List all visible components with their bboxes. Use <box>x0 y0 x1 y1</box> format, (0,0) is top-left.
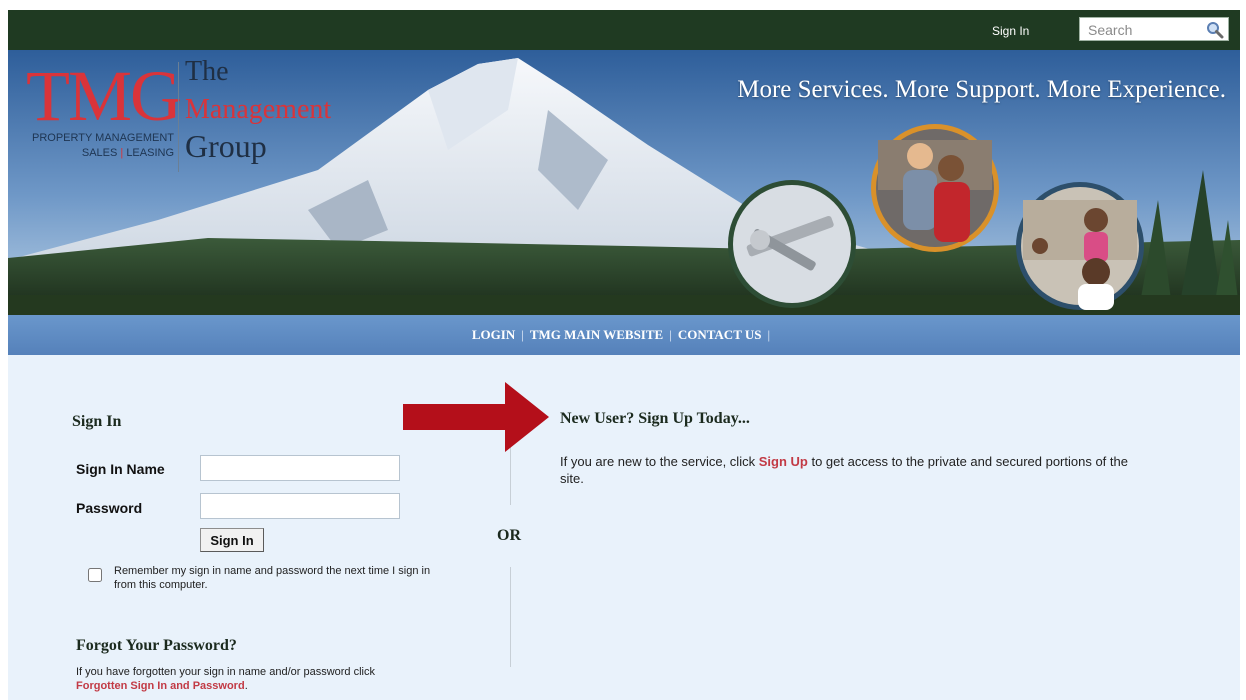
new-user-title: New User? Sign Up Today... <box>560 410 750 427</box>
sign-up-link[interactable]: Sign Up <box>759 454 808 469</box>
logo-group: Group <box>185 128 267 164</box>
logo-sub-leasing: LEASING <box>126 147 174 159</box>
page-frame: Sign In Search TMG PROPERTY MANAGEMENT S… <box>8 10 1240 700</box>
divider-line-bottom <box>510 567 511 667</box>
header-banner: TMG PROPERTY MANAGEMENT SALES | LEASING … <box>8 50 1240 315</box>
remember-checkbox[interactable] <box>88 568 102 582</box>
password-field[interactable] <box>200 493 400 519</box>
forgot-password-text: If you have forgotten your sign in name … <box>76 665 476 693</box>
search-input[interactable] <box>1086 19 1208 41</box>
forgot-password-title: Forgot Your Password? <box>76 637 237 654</box>
search-icon[interactable] <box>1206 21 1224 39</box>
couple-photo <box>871 124 999 252</box>
forgot-password-intro: If you have forgotten your sign in name … <box>76 666 375 678</box>
nav-separator: | <box>521 327 524 342</box>
logo-management: Management <box>185 94 332 125</box>
keys-photo <box>728 180 856 308</box>
signin-name-field[interactable] <box>200 455 400 481</box>
banner-tagline: More Services. More Support. More Experi… <box>737 76 1226 103</box>
logo-tmg: TMG <box>26 56 182 136</box>
nav-main-website-link[interactable]: TMG MAIN WEBSITE <box>530 327 663 342</box>
forgot-password-link[interactable]: Forgotten Sign In and Password <box>76 680 245 692</box>
main-nav: LOGIN | TMG MAIN WEBSITE | CONTACT US | <box>8 315 1240 355</box>
logo-the: The <box>185 56 229 87</box>
new-user-text: If you are new to the service, click Sig… <box>560 453 1140 487</box>
red-arrow-icon <box>403 382 549 452</box>
remember-label: Remember my sign in name and password th… <box>114 565 431 591</box>
search-box[interactable] <box>1079 17 1229 41</box>
logo-sub-sales: SALES <box>81 147 118 159</box>
signin-name-label: Sign In Name <box>76 461 165 477</box>
top-signin-link[interactable]: Sign In <box>992 24 1029 38</box>
forgot-password-suffix: . <box>244 680 248 692</box>
logo-divider <box>178 62 179 172</box>
or-label: OR <box>497 527 521 544</box>
logo-sub-separator: | <box>120 147 124 159</box>
signin-button[interactable]: Sign In <box>200 528 264 552</box>
password-label: Password <box>76 500 143 516</box>
nav-contact-us-link[interactable]: CONTACT US <box>678 327 762 342</box>
nav-separator: | <box>767 327 771 342</box>
logo-tagline: PROPERTY MANAGEMENT SALES | LEASING <box>24 131 174 161</box>
family-photo <box>1016 182 1144 310</box>
nav-login-link[interactable]: LOGIN <box>472 327 515 342</box>
signin-title: Sign In <box>72 413 122 430</box>
logo-sub-line1: PROPERTY MANAGEMENT <box>31 132 174 144</box>
new-user-text-before: If you are new to the service, click <box>560 454 756 469</box>
nav-separator: | <box>669 327 672 342</box>
top-bar: Sign In <box>8 10 1240 50</box>
logo-sub-line2: SALES | LEASING <box>24 146 174 161</box>
